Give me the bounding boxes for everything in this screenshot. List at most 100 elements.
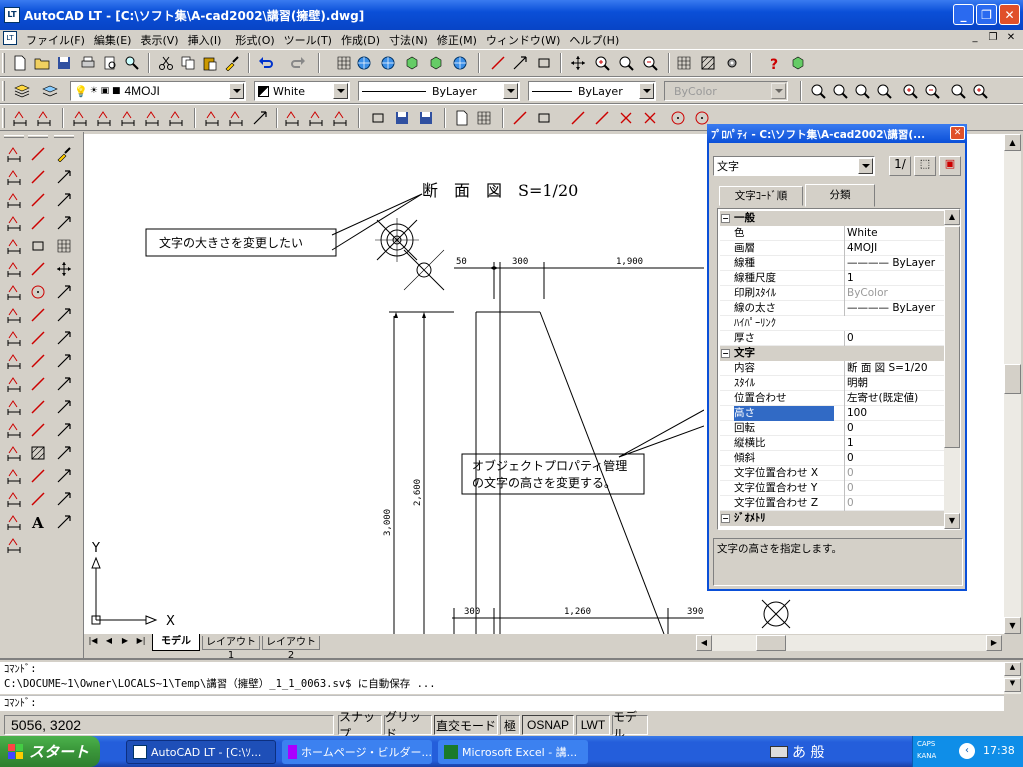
palette-title-bar[interactable]: ﾌﾟﾛﾊﾟﾃｨ - C:\ソフト集\A-cad2002\講習(... ✕ <box>707 124 967 143</box>
layer-tool-2-icon[interactable] <box>392 108 412 128</box>
osnap-quadrant-icon[interactable] <box>668 108 688 128</box>
zoom-window-2-icon[interactable] <box>808 81 828 101</box>
modify-extra-icon[interactable] <box>54 512 74 532</box>
print-icon[interactable] <box>78 53 98 73</box>
tool-extra-icon[interactable] <box>788 53 808 73</box>
collapse-toggle-icon[interactable]: − <box>721 349 730 358</box>
dim-update-icon[interactable] <box>4 466 24 486</box>
modify-stretch-icon[interactable] <box>54 328 74 348</box>
task-excel[interactable]: Microsoft Excel - 講... <box>438 740 588 764</box>
osnap-endpoint-icon[interactable] <box>510 108 530 128</box>
property-row[interactable]: 傾斜 0 <box>720 451 946 466</box>
property-row[interactable]: 文字位置合わせ X0 <box>720 466 946 481</box>
tab-prev-icon[interactable]: ◀ <box>102 636 116 650</box>
property-category[interactable]: − ｼﾞｵﾒﾄﾘ <box>720 511 946 526</box>
property-grid-scrollbar[interactable]: ▲ ▼ <box>944 209 960 529</box>
toolpalette-icon[interactable] <box>534 53 554 73</box>
draw-circle-icon[interactable] <box>28 282 48 302</box>
layer-combo[interactable]: 💡 ☀ ▣ ■ 4MOJI <box>70 81 246 101</box>
print-preview-icon[interactable] <box>100 53 120 73</box>
menu-item-0[interactable]: ファイル(F) <box>22 31 89 49</box>
color-combo[interactable]: White <box>254 81 350 101</box>
menu-item-6[interactable]: 作成(D) <box>337 31 384 49</box>
maximize-button[interactable]: ❐ <box>976 4 997 25</box>
draw-table-icon[interactable] <box>28 489 48 509</box>
tab-categorized[interactable]: 分類 <box>805 184 875 207</box>
modify-rotate-icon[interactable] <box>54 282 74 302</box>
doc-icon[interactable]: LT <box>3 31 17 45</box>
zoom-realtime-icon[interactable] <box>592 53 612 73</box>
modify-chamfer-icon[interactable] <box>54 443 74 463</box>
horizontal-scroll-thumb[interactable] <box>756 635 786 651</box>
menu-item-4[interactable]: 形式(O) <box>231 31 278 49</box>
redo-icon[interactable] <box>288 53 308 73</box>
menu-item-10[interactable]: ヘルプ(H) <box>565 31 623 49</box>
property-row[interactable]: ｽﾀｲﾙ 明朝 <box>720 376 946 391</box>
dim-quick-icon[interactable] <box>4 282 24 302</box>
command-input[interactable]: ｺﾏﾝﾄﾞ: <box>0 695 1004 711</box>
polar-toggle[interactable]: 極 <box>500 715 520 735</box>
palette-close-button[interactable]: ✕ <box>950 126 965 140</box>
tab-layout2[interactable]: レイアウト2 <box>262 636 320 661</box>
modify-offset-icon[interactable] <box>54 213 74 233</box>
new-icon[interactable] <box>10 53 30 73</box>
undo-icon[interactable] <box>256 53 276 73</box>
property-row[interactable]: 線種 ———— ByLayer <box>720 256 946 271</box>
tab-model[interactable]: モデル <box>152 634 200 651</box>
properties-icon[interactable] <box>674 53 694 73</box>
draw-mtext-icon[interactable]: A <box>28 512 48 532</box>
draw-cloud-icon[interactable] <box>28 305 48 325</box>
property-row[interactable]: 線の太さ ———— ByLayer <box>720 301 946 316</box>
menu-item-7[interactable]: 寸法(N) <box>385 31 432 49</box>
ortho-toggle[interactable]: 直交モード <box>434 715 498 735</box>
dim-diameter-icon[interactable] <box>4 236 24 256</box>
modify-copy-icon[interactable] <box>54 167 74 187</box>
menu-item-9[interactable]: ウィンドウ(W) <box>482 31 564 49</box>
dim-continue-icon[interactable] <box>4 328 24 348</box>
zoom-scale-icon[interactable] <box>852 81 872 101</box>
dim-aligned-icon[interactable] <box>4 167 24 187</box>
collapse-toggle-icon[interactable]: − <box>721 214 730 223</box>
hyperlink-icon[interactable] <box>378 53 398 73</box>
modify-fillet-icon[interactable] <box>54 466 74 486</box>
dim-linear-icon[interactable] <box>10 108 30 128</box>
draw-rect-icon[interactable] <box>28 236 48 256</box>
property-category[interactable]: − 一般 <box>720 211 946 226</box>
draw-region-icon[interactable] <box>28 466 48 486</box>
dim-ordinate-icon[interactable] <box>70 108 90 128</box>
ime-bar[interactable]: あ 般 <box>770 742 910 762</box>
dim-diameter-icon[interactable] <box>118 108 138 128</box>
tray-expand-icon[interactable]: ‹ <box>959 743 975 759</box>
osnap-toggle[interactable]: OSNAP <box>522 715 574 735</box>
modify-move-icon[interactable] <box>54 259 74 279</box>
doc-minimize-icon[interactable]: _ <box>968 32 982 45</box>
property-row[interactable]: 内容断 面 図 S=1/20 <box>720 361 946 376</box>
property-row[interactable]: 回転 0 <box>720 421 946 436</box>
property-row[interactable]: 色 White <box>720 226 946 241</box>
task-autocad[interactable]: AutoCAD LT - [C:\ｿ... <box>126 740 276 764</box>
text-tool-2-icon[interactable] <box>474 108 494 128</box>
menu-item-5[interactable]: ツール(T) <box>280 31 336 49</box>
zoom-center-icon[interactable] <box>874 81 894 101</box>
draw-point-icon[interactable] <box>28 420 48 440</box>
dim-tolerance-icon[interactable] <box>4 374 24 394</box>
zoom-extents-icon[interactable] <box>970 81 990 101</box>
app-icon[interactable]: LT <box>4 7 20 23</box>
property-row[interactable]: 文字位置合わせ Z0 <box>720 496 946 511</box>
linetype-combo[interactable]: ByLayer <box>358 81 520 101</box>
draw-line-icon[interactable] <box>28 144 48 164</box>
dim-center-icon[interactable] <box>4 397 24 417</box>
dim-linear-icon[interactable] <box>4 144 24 164</box>
property-scroll-thumb[interactable] <box>944 226 960 448</box>
draw-spline-icon[interactable] <box>28 328 48 348</box>
dim-ordinate-icon[interactable] <box>4 190 24 210</box>
property-row[interactable]: 縦横比 1 <box>720 436 946 451</box>
property-row[interactable]: 文字位置合わせ Y0 <box>720 481 946 496</box>
modify-trim-icon[interactable] <box>54 351 74 371</box>
help-icon[interactable]: ? <box>764 53 784 73</box>
osnap-apparent-icon[interactable] <box>592 108 612 128</box>
layer-tool-3-icon[interactable] <box>416 108 436 128</box>
menu-item-1[interactable]: 編集(E) <box>90 31 136 49</box>
text-tool-1-icon[interactable] <box>452 108 472 128</box>
osnap-midpoint-icon[interactable] <box>534 108 554 128</box>
